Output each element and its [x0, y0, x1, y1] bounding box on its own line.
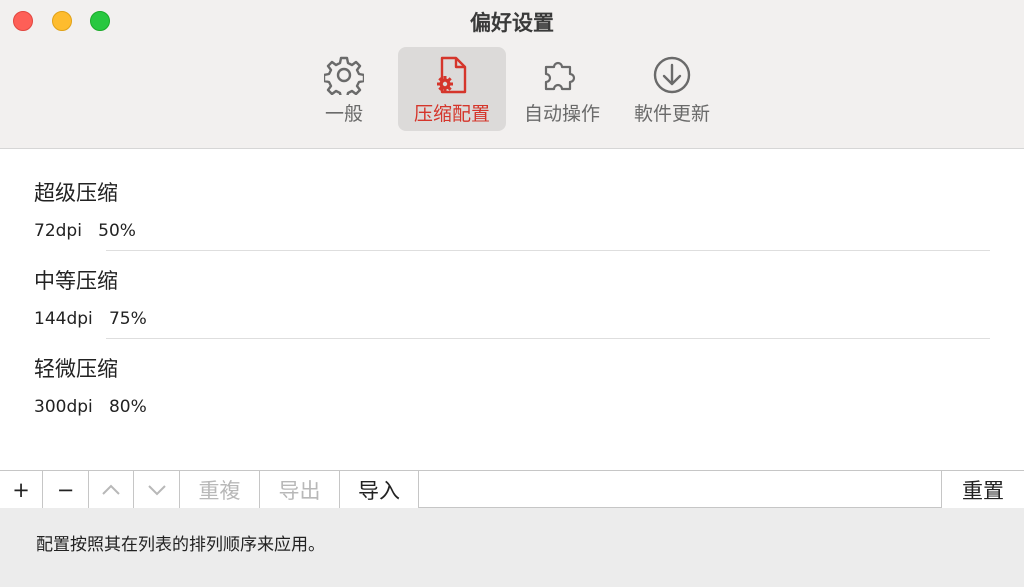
preset-name: 轻微压缩 [34, 357, 118, 381]
tab-software-update-label: 軟件更新 [633, 103, 710, 125]
preferences-window: 偏好设置 一般 压缩配置 自动操作 軟件更新 超级压缩 72dpi 50% 中等… [0, 0, 1024, 587]
preset-list: 超级压缩 72dpi 50% 中等压缩 144dpi 75% 轻微压缩 300d… [0, 149, 1024, 470]
preset-name: 中等压缩 [34, 269, 118, 293]
export-button[interactable]: 导出 [260, 471, 340, 508]
tab-general[interactable]: 一般 [290, 47, 398, 131]
chevron-down-icon [147, 484, 166, 495]
move-up-button[interactable] [89, 471, 134, 508]
preset-name: 超级压缩 [34, 181, 118, 205]
download-circle-icon [653, 56, 691, 94]
preset-quality: 50% [98, 221, 136, 241]
window-title: 偏好设置 [470, 11, 554, 35]
add-preset-button[interactable]: + [0, 471, 43, 508]
duplicate-button[interactable]: 重複 [180, 471, 260, 508]
tab-compression-presets[interactable]: 压缩配置 [398, 47, 506, 131]
document-gear-icon [437, 56, 467, 94]
gear-icon [324, 56, 364, 95]
remove-preset-button[interactable]: − [43, 471, 89, 508]
preset-dpi: 72dpi [34, 221, 82, 241]
tab-general-label: 一般 [324, 103, 363, 125]
tab-automation-label: 自动操作 [523, 103, 600, 125]
chevron-up-icon [102, 484, 120, 495]
preset-detail: 300dpi 80% [34, 397, 147, 417]
tab-compression-presets-label: 压缩配置 [413, 103, 490, 125]
import-button[interactable]: 导入 [340, 471, 419, 508]
preset-dpi: 144dpi [34, 309, 93, 329]
title-bar: 偏好设置 一般 压缩配置 自动操作 軟件更新 [0, 0, 1024, 149]
list-divider [106, 250, 990, 251]
footer-note: 配置按照其在列表的排列顺序来应用。 [36, 535, 325, 555]
list-divider [106, 338, 990, 339]
tab-automation[interactable]: 自动操作 [508, 47, 616, 131]
preset-detail: 72dpi 50% [34, 221, 136, 241]
preset-quality: 80% [108, 397, 147, 417]
puzzle-icon [544, 61, 576, 91]
footer: 配置按照其在列表的排列顺序来应用。 [0, 508, 1024, 587]
list-button-bar: + − 重複 导出 导入 重置 [0, 470, 1024, 508]
move-down-button[interactable] [134, 471, 180, 508]
preset-quality: 75% [108, 309, 147, 329]
reset-button[interactable]: 重置 [941, 471, 1024, 508]
preset-dpi: 300dpi [34, 397, 93, 417]
tab-software-update[interactable]: 軟件更新 [618, 47, 726, 131]
preset-detail: 144dpi 75% [34, 309, 147, 329]
